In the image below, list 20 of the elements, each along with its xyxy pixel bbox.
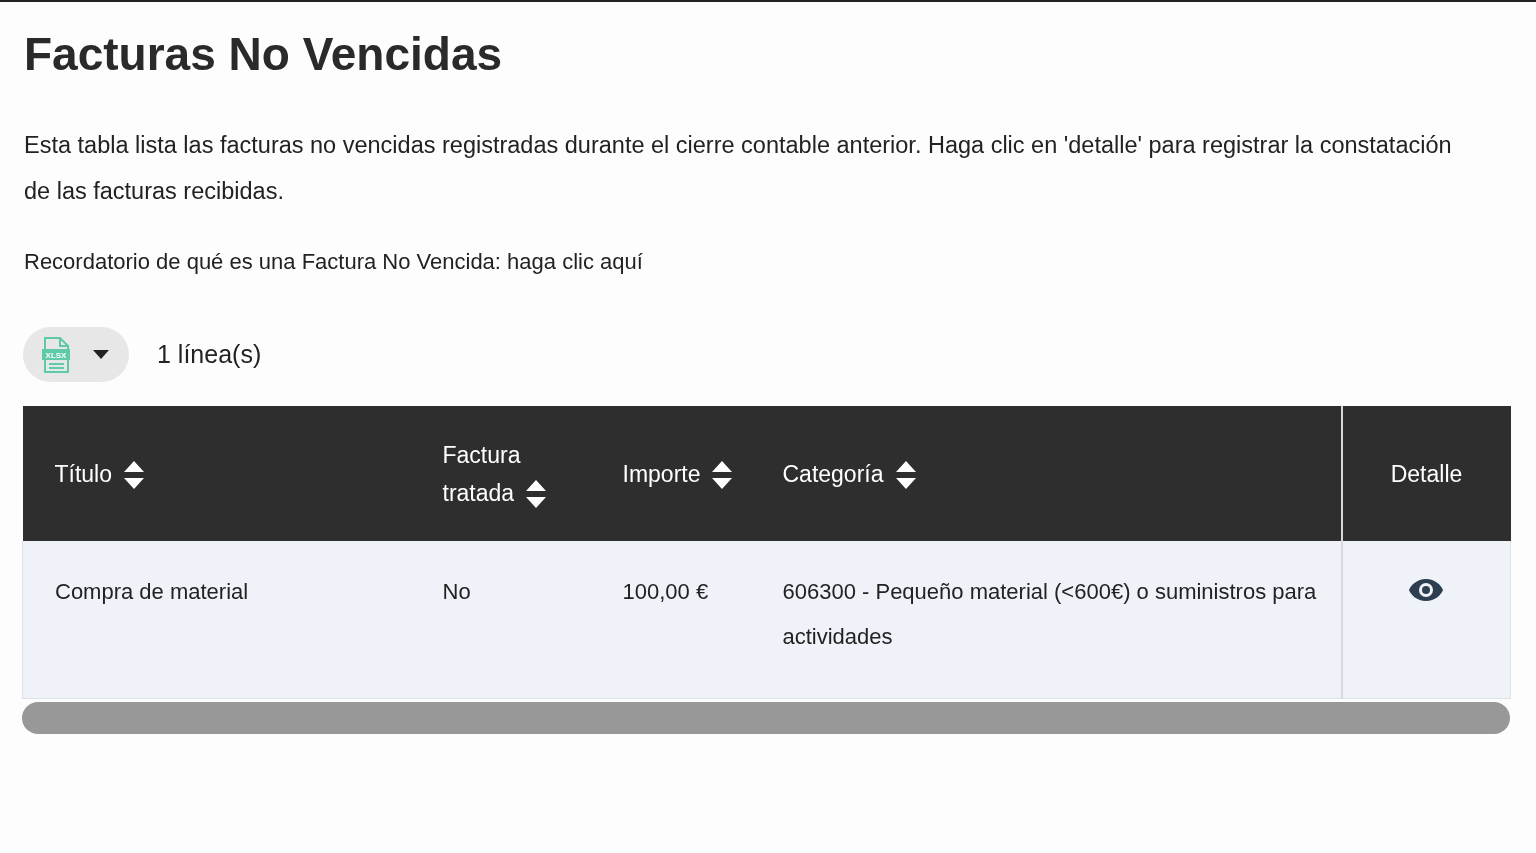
sort-icon[interactable] xyxy=(895,461,916,490)
caret-icon xyxy=(93,350,109,359)
table-cell: 100,00 € xyxy=(622,579,709,604)
row-count-text: 1 línea(s) xyxy=(157,340,262,369)
column-header[interactable]: Importe xyxy=(622,454,733,493)
spreadsheet-file-icon: XLSX xyxy=(41,336,71,373)
scrollbar[interactable] xyxy=(22,702,1510,734)
reminder-text: Recordatorio de qué es una Factura No Vencida: haga clic aquí xyxy=(24,248,643,276)
sort-icon[interactable] xyxy=(712,461,733,490)
table-cell: 606300 - Pequeño material (<600€) o suministros para actividades xyxy=(782,579,1317,649)
table-cell: Compra de material xyxy=(55,579,249,604)
column-header[interactable]: Título xyxy=(54,454,145,493)
column-header: Detalle xyxy=(1390,459,1463,489)
column-header[interactable]: Categoría xyxy=(782,454,916,493)
table-cell: No xyxy=(442,579,471,604)
description-text: Esta tabla lista las facturas no vencidas registradas durante el cierre contable anterior. Haga clic en 'detalle' para registrar la constatación de las facturas recibidas. xyxy=(24,131,1453,206)
sort-icon[interactable] xyxy=(526,480,547,509)
sort-icon[interactable] xyxy=(124,461,145,490)
eye-icon[interactable] xyxy=(1409,579,1444,601)
page-title: Facturas No Vencidas xyxy=(24,27,504,82)
